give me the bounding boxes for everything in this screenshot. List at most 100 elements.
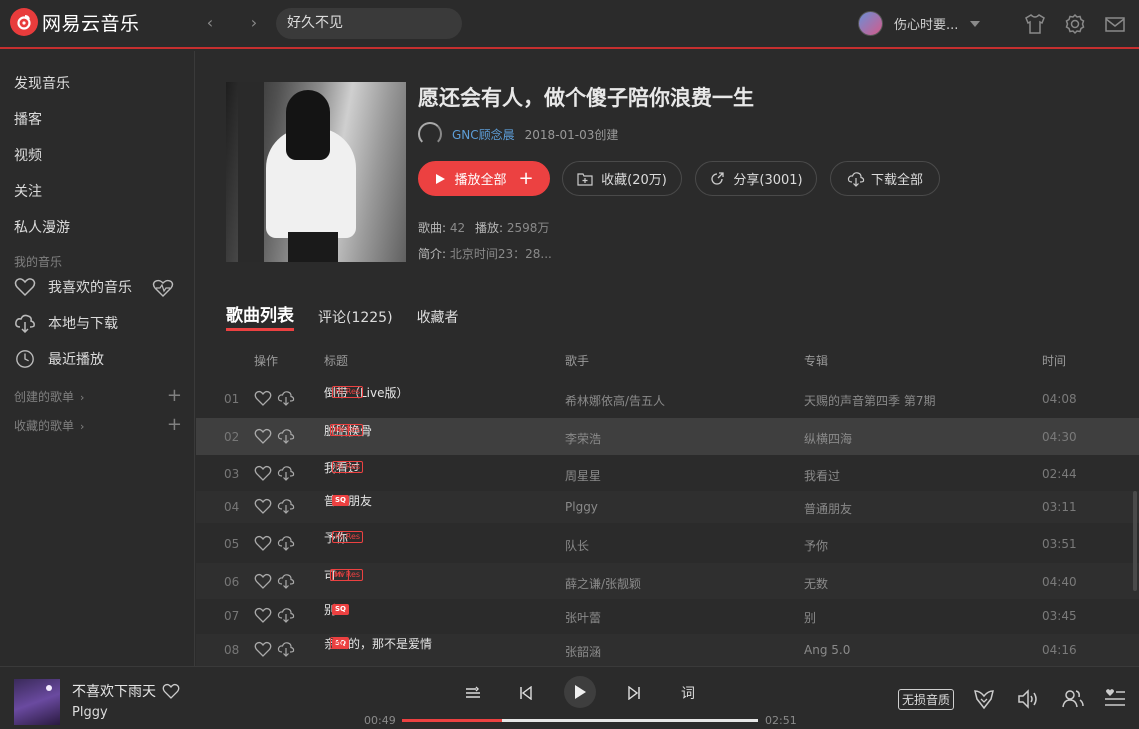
song-artist[interactable]: 张韶涵: [565, 643, 601, 660]
song-row[interactable]: 06 可 Hi Res MV 薛之谦/张靓颖 无数 04:40: [196, 563, 1139, 600]
play-all-button[interactable]: 播放全部 +: [418, 161, 550, 196]
song-artist[interactable]: 李荣浩: [565, 430, 601, 447]
sidebar-item-recent[interactable]: 最近播放: [14, 349, 104, 369]
play-pause-button[interactable]: [564, 676, 596, 708]
playlist-intro[interactable]: 简介: 北京时间23：28...: [418, 245, 552, 262]
mv-badge[interactable]: MV: [330, 569, 349, 581]
sidebar-item-follow[interactable]: 关注: [14, 181, 42, 201]
caret-down-icon[interactable]: [970, 20, 981, 27]
now-playing-title[interactable]: 不喜欢下雨天: [72, 681, 156, 701]
heartbeat-mode-icon[interactable]: [152, 279, 174, 297]
app-logo[interactable]: 网易云音乐: [10, 8, 140, 36]
collect-button[interactable]: 收藏(20万): [562, 161, 682, 196]
like-heart-icon[interactable]: [254, 390, 272, 406]
user-avatar[interactable]: [858, 11, 883, 36]
sound-effect-icon[interactable]: [972, 687, 996, 711]
download-icon[interactable]: [277, 535, 295, 551]
header-title[interactable]: 标题: [324, 352, 348, 369]
back-arrow-icon[interactable]: ‹: [199, 13, 221, 35]
sidebar-item-video[interactable]: 视频: [14, 145, 42, 165]
download-icon[interactable]: [277, 573, 295, 589]
header-time[interactable]: 时间: [1042, 352, 1066, 369]
hires-badge: Hi Res: [332, 531, 364, 543]
song-artist[interactable]: 薛之谦/张靓颖: [565, 575, 641, 592]
song-album[interactable]: 普通朋友: [804, 500, 852, 517]
like-heart-icon[interactable]: [254, 465, 272, 481]
add-playlist-icon[interactable]: +: [167, 387, 182, 405]
listen-together-icon[interactable]: [1061, 687, 1085, 711]
sidebar-item-discover[interactable]: 发现音乐: [14, 73, 70, 93]
song-album[interactable]: 别: [804, 609, 816, 626]
like-heart-icon[interactable]: [254, 607, 272, 623]
like-heart-icon[interactable]: [254, 428, 272, 444]
forward-arrow-icon[interactable]: ›: [243, 13, 265, 35]
song-row[interactable]: 04普通朋友SQPlggy普通朋友03:11: [196, 491, 1139, 523]
creator-avatar[interactable]: [418, 122, 442, 146]
download-icon[interactable]: [277, 428, 295, 444]
now-playing-artist[interactable]: Plggy: [72, 705, 108, 720]
song-row[interactable]: 01 倒带（Live版） Hi Res 希林娜依高/告五人 天赐的声音第四季 第7期 04…: [196, 383, 1139, 415]
like-heart-icon[interactable]: [254, 498, 272, 514]
download-icon[interactable]: [277, 465, 295, 481]
lyrics-button[interactable]: 词: [674, 679, 702, 707]
song-row[interactable]: 08 亲爱的，那不是爱情 SQ MV 张韶涵 Ang 5.0 04:16: [196, 634, 1139, 666]
previous-track-icon[interactable]: [512, 679, 540, 707]
like-heart-icon[interactable]: [162, 683, 180, 699]
mail-icon[interactable]: [1103, 12, 1127, 36]
song-album[interactable]: 天赐的声音第四季 第7期: [804, 392, 935, 409]
tab-subscribers[interactable]: 收藏者: [417, 307, 459, 331]
download-icon[interactable]: [277, 498, 295, 514]
song-artist[interactable]: 张叶蕾: [565, 609, 601, 626]
search-input[interactable]: 好久不见: [276, 8, 462, 39]
song-row[interactable]: 02 脱胎换骨 Hi Res MV 李荣浩 纵横四海 04:30: [196, 418, 1139, 455]
share-button[interactable]: 分享(3001): [695, 161, 817, 196]
song-album[interactable]: 予你: [804, 537, 828, 554]
song-artist[interactable]: 希林娜依高/告五人: [565, 392, 665, 409]
sidebar-item-private-fm[interactable]: 私人漫游: [14, 217, 70, 237]
song-artist[interactable]: Plggy: [565, 500, 598, 514]
sidebar-item-liked-music[interactable]: 我喜欢的音乐: [14, 277, 132, 297]
add-collected-icon[interactable]: +: [167, 416, 182, 434]
quality-button[interactable]: 无损音质: [898, 689, 955, 710]
skin-shirt-icon[interactable]: [1023, 12, 1047, 36]
username[interactable]: 伤心时要...: [894, 14, 958, 33]
song-row[interactable]: 07 别 SQ 张叶蕾别 03:45: [196, 599, 1139, 632]
header-artist[interactable]: 歌手: [565, 352, 589, 369]
like-heart-icon[interactable]: [254, 535, 272, 551]
scrollbar[interactable]: [1133, 491, 1137, 591]
song-row[interactable]: 05 予你 Hi Res 队长 予你 03:51: [196, 526, 1139, 562]
song-album[interactable]: Ang 5.0: [804, 643, 850, 657]
song-row[interactable]: 03 我看过 Hi Res 周星星 我看过 02:44: [196, 456, 1139, 492]
song-artist[interactable]: 队长: [565, 537, 589, 554]
song-album[interactable]: 我看过: [804, 467, 840, 484]
tab-comments[interactable]: 评论(1225): [318, 307, 393, 331]
user-menu[interactable]: 伤心时要...: [858, 11, 981, 36]
sidebar-item-local-download[interactable]: 本地与下载: [14, 313, 118, 333]
like-heart-icon[interactable]: [254, 573, 272, 589]
song-album[interactable]: 无数: [804, 575, 828, 592]
header-album[interactable]: 专辑: [804, 352, 828, 369]
playlist-order-icon[interactable]: [459, 679, 487, 707]
mv-badge[interactable]: MV: [330, 424, 349, 436]
playlist-cover[interactable]: [226, 82, 406, 262]
sidebar-item-podcast[interactable]: 播客: [14, 109, 42, 129]
created-playlists-toggle[interactable]: 创建的歌单 ›: [14, 388, 84, 405]
song-artist[interactable]: 周星星: [565, 467, 601, 484]
volume-icon[interactable]: [1016, 687, 1040, 711]
progress-bar[interactable]: [402, 719, 758, 722]
download-icon[interactable]: [277, 641, 295, 657]
song-album[interactable]: 纵横四海: [804, 430, 852, 447]
creator-name[interactable]: GNC顾念晨: [452, 126, 515, 143]
now-playing-cover[interactable]: [14, 679, 60, 725]
collected-playlists-toggle[interactable]: 收藏的歌单 ›: [14, 417, 84, 434]
next-track-icon[interactable]: [620, 679, 648, 707]
playlist-queue-icon[interactable]: [1103, 687, 1127, 711]
settings-gear-icon[interactable]: [1063, 12, 1087, 36]
download-icon[interactable]: [277, 607, 295, 623]
like-heart-icon[interactable]: [254, 641, 272, 657]
mv-badge[interactable]: MV: [330, 637, 349, 649]
tab-song-list[interactable]: 歌曲列表: [226, 301, 294, 331]
download-icon[interactable]: [277, 390, 295, 406]
add-to-queue-icon[interactable]: +: [518, 168, 533, 189]
download-all-button[interactable]: 下载全部: [830, 161, 940, 196]
